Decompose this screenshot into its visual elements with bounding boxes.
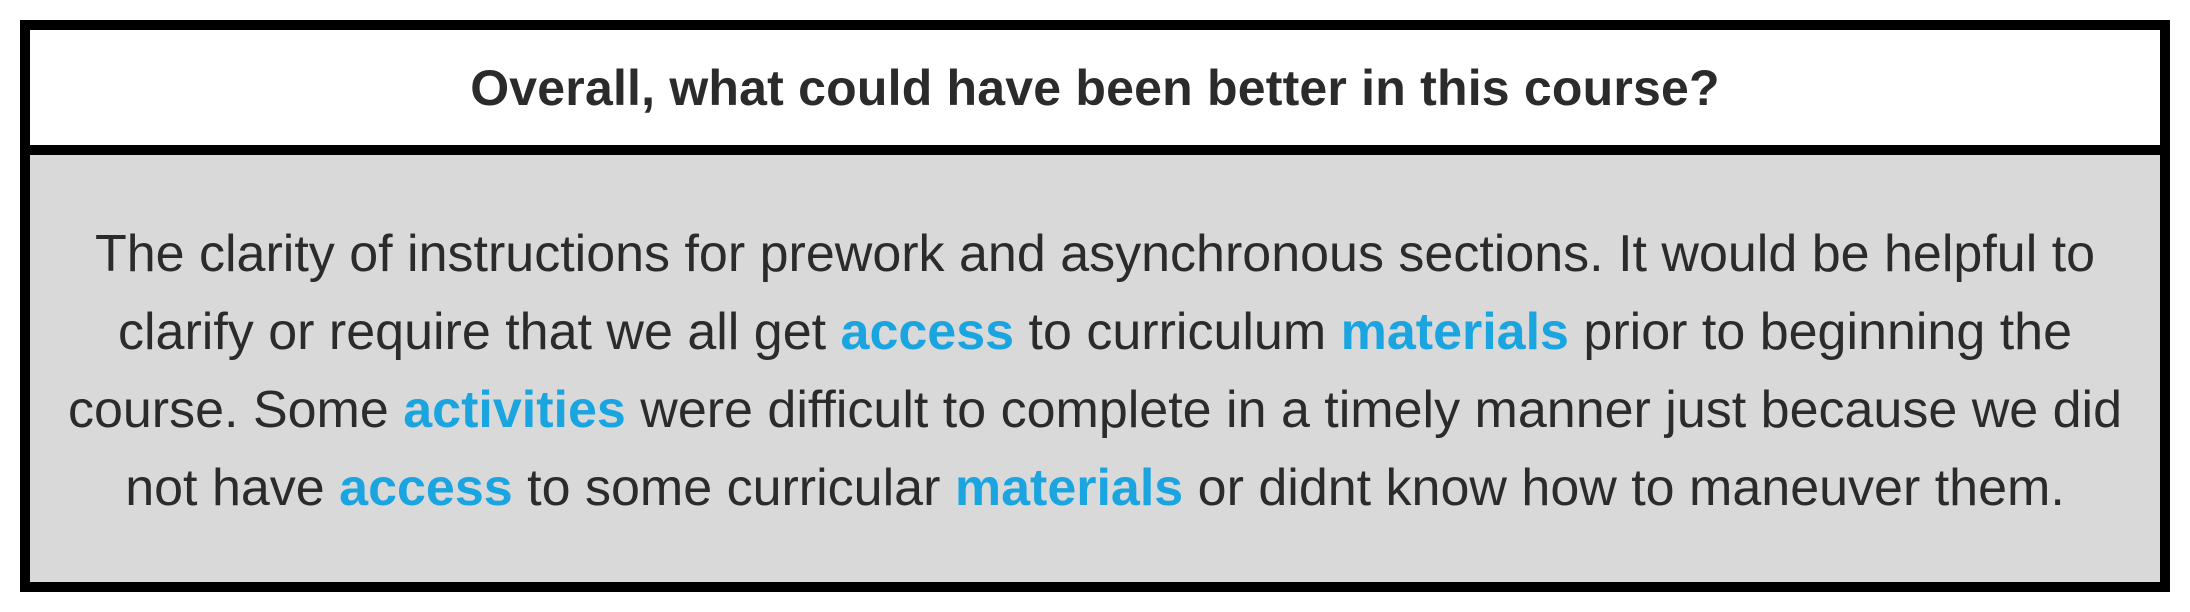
response-segment: to some curricular xyxy=(512,458,955,517)
highlighted-keyword: materials xyxy=(1340,302,1569,361)
feedback-card: Overall, what could have been better in … xyxy=(20,20,2170,592)
response-segment: to curriculum xyxy=(1014,302,1341,361)
highlighted-keyword: activities xyxy=(403,380,626,439)
question-header: Overall, what could have been better in … xyxy=(30,30,2160,155)
question-title: Overall, what could have been better in … xyxy=(470,59,1720,116)
highlighted-keyword: materials xyxy=(954,458,1184,517)
response-panel: The clarity of instructions for prework … xyxy=(30,155,2160,582)
response-segment: or didnt know how to maneuver them. xyxy=(1183,458,2065,517)
response-text: The clarity of instructions for prework … xyxy=(50,215,2140,527)
highlighted-keyword: access xyxy=(840,302,1015,361)
highlighted-keyword: access xyxy=(339,458,513,517)
